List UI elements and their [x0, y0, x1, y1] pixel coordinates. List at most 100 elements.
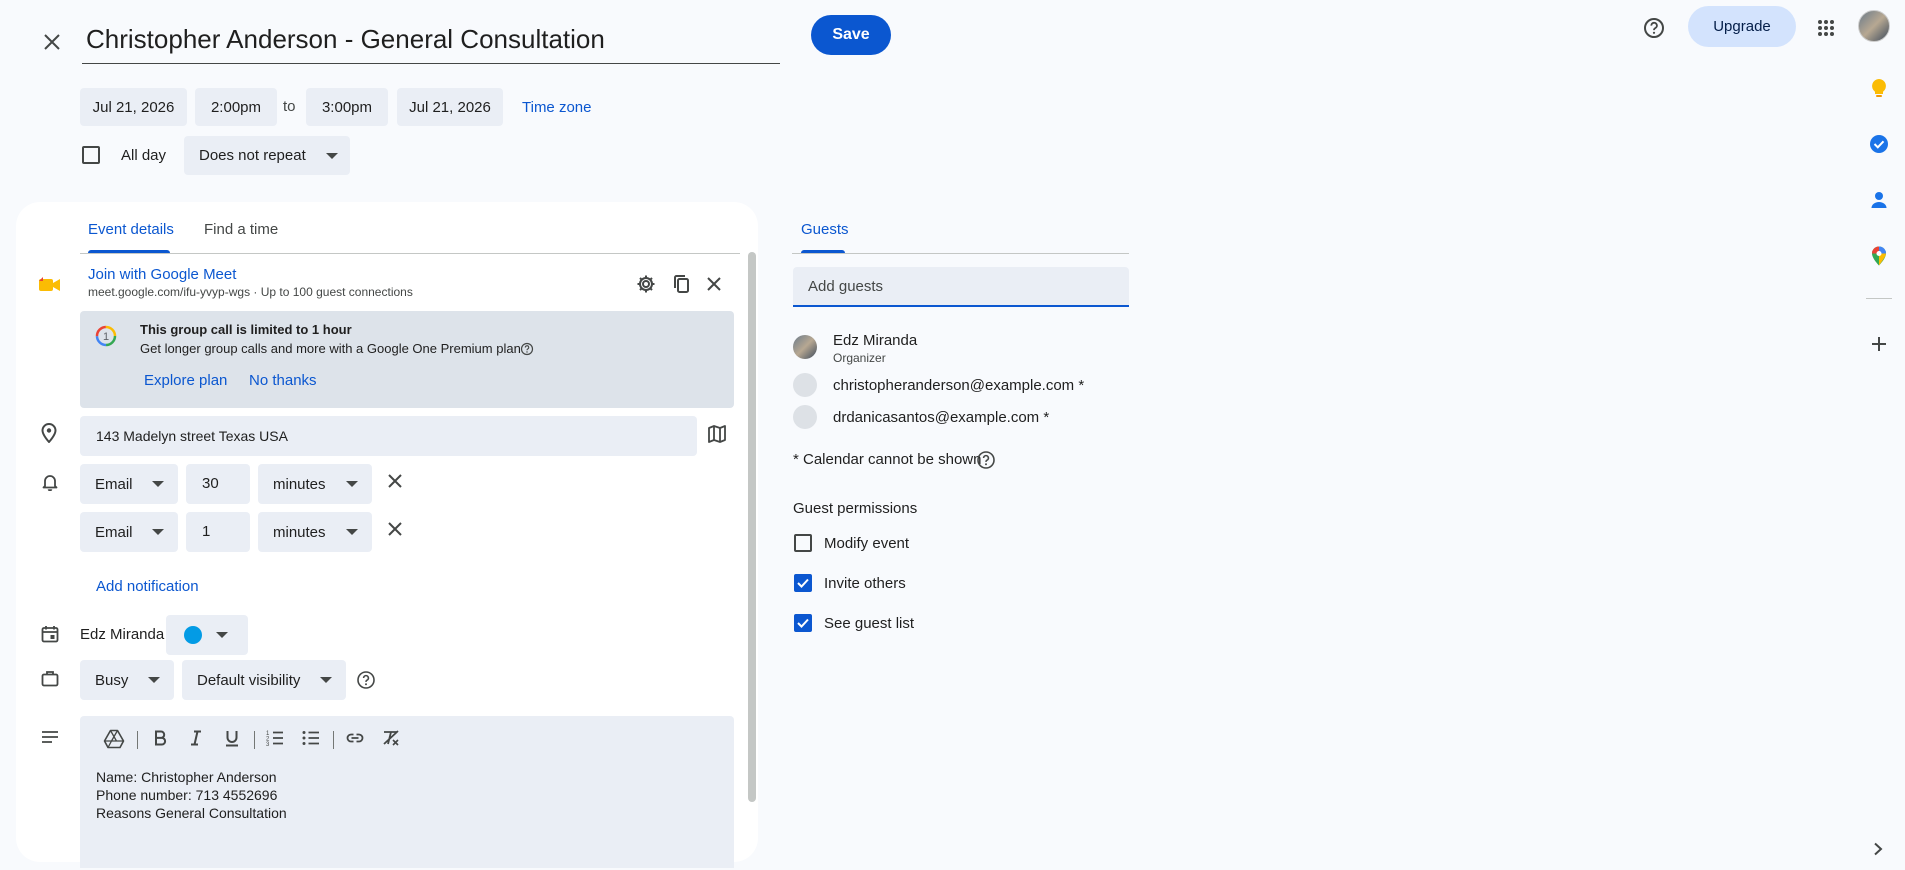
event-title-input[interactable]: Christopher Anderson - General Consultat… — [82, 16, 780, 64]
expand-side-panel-button[interactable] — [1872, 842, 1884, 856]
description-line: Reasons General Consultation — [96, 805, 287, 821]
account-avatar[interactable] — [1858, 10, 1890, 42]
details-scrollbar[interactable] — [748, 252, 756, 802]
tasks-button[interactable] — [1868, 133, 1890, 155]
all-day-checkbox[interactable] — [82, 146, 100, 164]
notification-2-method-select[interactable]: Email — [80, 512, 178, 552]
insert-drive-button[interactable] — [103, 728, 125, 750]
meet-settings-button[interactable] — [636, 274, 656, 294]
google-apps-button[interactable] — [1812, 14, 1840, 42]
help-button[interactable] — [1639, 13, 1669, 43]
map-icon — [708, 425, 726, 443]
close-button[interactable] — [36, 26, 68, 58]
remove-notification-1-button[interactable] — [386, 472, 404, 490]
keep-button[interactable] — [1868, 77, 1890, 99]
promo-text: Get longer group calls and more with a G… — [140, 341, 521, 356]
maps-button[interactable] — [1868, 245, 1890, 267]
remove-notification-2-button[interactable] — [386, 520, 404, 538]
event-color-select[interactable] — [166, 615, 248, 655]
numbered-list-button[interactable]: 123 — [265, 728, 285, 748]
time-zone-button[interactable]: Time zone — [522, 99, 591, 116]
visibility-select[interactable]: Default visibility — [182, 660, 346, 700]
location-input[interactable]: 143 Madelyn street Texas USA — [80, 416, 697, 456]
location-pin-icon — [41, 423, 57, 443]
start-date-button[interactable]: Jul 21, 2026 — [80, 88, 187, 126]
explore-plan-button[interactable]: Explore plan — [144, 372, 227, 389]
checkmark-icon — [797, 578, 809, 588]
google-meet-icon — [39, 277, 61, 293]
close-icon — [44, 34, 60, 50]
chevron-down-icon — [325, 152, 338, 159]
get-add-ons-button[interactable] — [1868, 333, 1890, 355]
save-button[interactable]: Save — [811, 15, 891, 55]
notification-1-value-input[interactable]: 30 — [186, 464, 250, 504]
open-map-button[interactable] — [708, 425, 726, 443]
guest-email[interactable]: drdanicasantos@example.com * — [833, 409, 1049, 426]
google-one-icon: 1 — [95, 325, 117, 347]
underline-button[interactable] — [222, 728, 242, 748]
google-one-badge: 1 — [103, 331, 109, 343]
promo-title: This group call is limited to 1 hour — [140, 322, 352, 337]
meet-subtitle: meet.google.com/ifu-yvyp-wgs · Up to 100… — [88, 285, 413, 299]
remove-meet-button[interactable] — [704, 274, 724, 294]
guest-name: Edz Miranda — [833, 332, 918, 349]
bold-button[interactable] — [150, 728, 170, 748]
all-day-label: All day — [121, 147, 167, 164]
guest-permissions-title: Guest permissions — [793, 500, 918, 517]
modify-event-checkbox[interactable] — [794, 534, 812, 552]
see-guest-list-checkbox[interactable] — [794, 614, 812, 632]
italic-button[interactable] — [186, 728, 206, 748]
tab-guests[interactable]: Guests — [801, 221, 849, 238]
repeat-select[interactable]: Does not repeat — [184, 136, 350, 175]
join-google-meet-link[interactable]: Join with Google Meet — [88, 266, 236, 283]
modify-event-label: Modify event — [824, 535, 910, 552]
notification-1-method-select[interactable]: Email — [80, 464, 178, 504]
calendar-icon — [41, 625, 59, 643]
chevron-down-icon — [148, 677, 160, 683]
invite-others-checkbox[interactable] — [794, 574, 812, 592]
notification-method-value: Email — [95, 523, 133, 541]
guest-email[interactable]: christopheranderson@example.com * — [833, 377, 1084, 394]
insert-link-button[interactable] — [345, 728, 365, 748]
visibility-value: Default visibility — [197, 671, 301, 689]
calendar-note-help-button[interactable] — [976, 450, 996, 470]
availability-select[interactable]: Busy — [80, 660, 174, 700]
help-icon — [1644, 18, 1664, 38]
invite-others-label: Invite others — [824, 575, 906, 592]
add-notification-button[interactable]: Add notification — [96, 578, 199, 595]
calendar-owner-name: Edz Miranda — [80, 626, 165, 643]
tab-event-details[interactable]: Event details — [88, 221, 174, 238]
visibility-help-button[interactable] — [356, 670, 376, 690]
add-guests-input[interactable] — [793, 267, 1129, 307]
numbered-list-icon: 123 — [266, 731, 283, 748]
chevron-down-icon — [216, 632, 228, 638]
close-icon — [388, 474, 402, 488]
bulleted-list-button[interactable] — [301, 728, 321, 748]
end-time-button[interactable]: 3:00pm — [306, 88, 388, 126]
chevron-down-icon — [346, 529, 358, 535]
notification-2-unit-select[interactable]: minutes — [258, 512, 372, 552]
upgrade-button[interactable]: Upgrade — [1688, 6, 1796, 47]
guest-role: Organizer — [833, 351, 886, 365]
notification-2-value-input[interactable]: 1 — [186, 512, 250, 552]
svg-text:3: 3 — [266, 742, 270, 748]
notification-1-unit-select[interactable]: minutes — [258, 464, 372, 504]
help-icon — [977, 451, 995, 469]
promo-help-icon[interactable] — [520, 342, 534, 356]
bold-icon — [155, 730, 167, 746]
description-line: Name: Christopher Anderson — [96, 769, 277, 785]
clear-formatting-icon — [383, 730, 399, 746]
copy-meet-link-button[interactable] — [672, 274, 692, 294]
no-thanks-button[interactable]: No thanks — [249, 372, 317, 389]
copy-icon — [674, 275, 689, 293]
underline-icon — [226, 731, 238, 747]
clear-formatting-button[interactable] — [381, 728, 401, 748]
guest-avatar — [793, 373, 817, 397]
tab-find-a-time[interactable]: Find a time — [204, 221, 278, 238]
contacts-button[interactable] — [1868, 189, 1890, 211]
notification-unit-value: minutes — [273, 523, 326, 541]
start-time-button[interactable]: 2:00pm — [195, 88, 277, 126]
guests-divider — [792, 253, 1129, 254]
close-icon — [707, 277, 721, 291]
end-date-button[interactable]: Jul 21, 2026 — [397, 88, 503, 126]
